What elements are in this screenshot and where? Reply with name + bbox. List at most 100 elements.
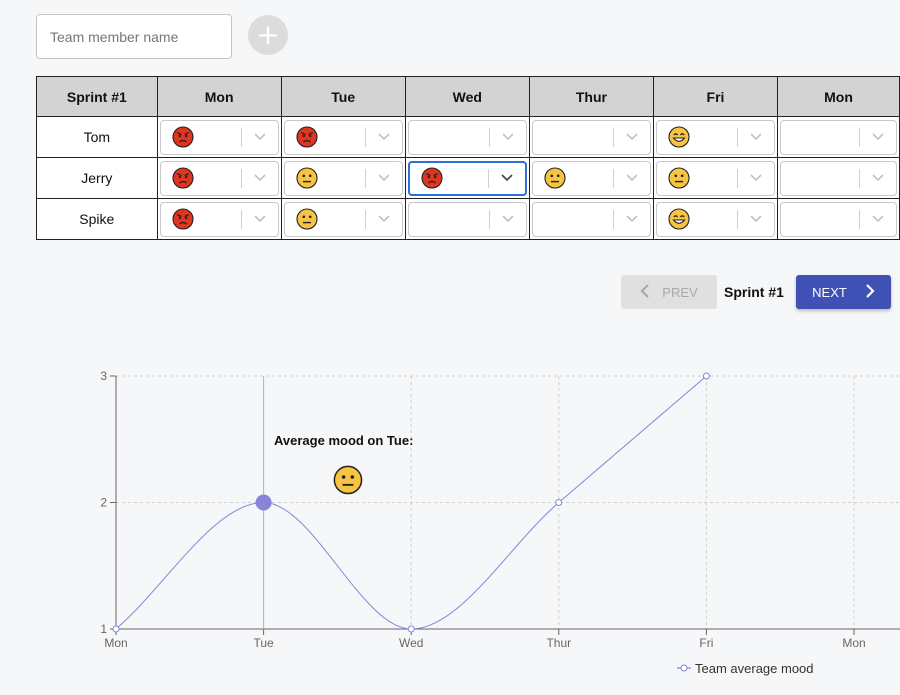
mood-select[interactable] bbox=[655, 119, 775, 155]
mood-select-value bbox=[409, 203, 489, 236]
chevron-down-icon[interactable] bbox=[490, 203, 526, 236]
mood-select[interactable] bbox=[531, 201, 651, 237]
mood-cell bbox=[156, 198, 282, 240]
x-tick-label: Wed bbox=[399, 636, 423, 650]
mood-select-value bbox=[657, 162, 737, 195]
legend-label: Team average mood bbox=[695, 661, 814, 676]
mood-cell bbox=[652, 116, 778, 158]
sprint-label: Sprint #1 bbox=[724, 284, 784, 300]
day-header: Fri bbox=[652, 76, 778, 117]
mood-select-value bbox=[657, 203, 737, 236]
data-point bbox=[555, 499, 563, 506]
active-point bbox=[255, 494, 272, 511]
chevron-down-icon[interactable] bbox=[366, 203, 402, 236]
day-header: Wed bbox=[404, 76, 530, 117]
chevron-down-icon[interactable] bbox=[738, 203, 774, 236]
mood-select-value bbox=[781, 203, 859, 236]
chevron-down-icon[interactable] bbox=[614, 203, 650, 236]
y-tick-label: 1 bbox=[100, 622, 107, 636]
mood-cell bbox=[528, 198, 654, 240]
table-row: Tom bbox=[36, 116, 900, 158]
table-row: Jerry bbox=[36, 157, 900, 199]
mood-select[interactable] bbox=[159, 160, 279, 196]
chevron-down-icon[interactable] bbox=[366, 162, 402, 195]
mood-select-value bbox=[161, 121, 241, 154]
mood-select[interactable] bbox=[159, 119, 279, 155]
add-member-button[interactable]: + bbox=[248, 15, 288, 55]
angry-face-icon bbox=[421, 167, 443, 189]
y-tick-label: 3 bbox=[100, 369, 107, 383]
mood-select-value bbox=[409, 121, 489, 154]
mood-cell bbox=[404, 157, 530, 199]
mood-cell bbox=[156, 157, 282, 199]
mood-cell bbox=[652, 198, 778, 240]
mood-select-value bbox=[161, 203, 241, 236]
data-point bbox=[112, 625, 120, 633]
member-name: Tom bbox=[36, 116, 158, 158]
neutral-face-icon bbox=[296, 167, 318, 189]
chevron-down-icon[interactable] bbox=[738, 121, 774, 154]
chevron-down-icon[interactable] bbox=[614, 162, 650, 195]
mood-select[interactable] bbox=[779, 119, 897, 155]
chevron-down-icon[interactable] bbox=[614, 121, 650, 154]
mood-line-chart: 1 2 3 Mon Tue Wed Thur Fri Mon Average mood on Tu… bbox=[100, 369, 900, 676]
mood-select[interactable] bbox=[531, 160, 651, 196]
mood-select[interactable] bbox=[283, 201, 403, 237]
member-name: Jerry bbox=[36, 157, 158, 199]
mood-cell bbox=[156, 116, 282, 158]
mood-cell bbox=[404, 116, 530, 158]
mood-select[interactable] bbox=[779, 160, 897, 196]
neutral-face-icon bbox=[333, 465, 363, 495]
chevron-left-icon bbox=[640, 283, 650, 301]
mood-select-value bbox=[533, 121, 613, 154]
next-button[interactable]: NEXT bbox=[796, 275, 891, 309]
mood-select[interactable] bbox=[283, 119, 403, 155]
data-point bbox=[407, 625, 415, 633]
chevron-right-icon bbox=[865, 283, 875, 301]
day-header: Mon bbox=[776, 76, 900, 117]
chevron-down-icon[interactable] bbox=[242, 162, 278, 195]
x-tick-label: Thur bbox=[546, 636, 571, 650]
mood-select[interactable] bbox=[407, 201, 527, 237]
happy-face-icon bbox=[668, 208, 690, 230]
mood-select[interactable] bbox=[655, 160, 775, 196]
chevron-down-icon[interactable] bbox=[489, 163, 525, 194]
angry-face-icon bbox=[296, 126, 318, 148]
data-point bbox=[702, 372, 710, 380]
table-row: Spike bbox=[36, 198, 900, 240]
mood-cell bbox=[280, 116, 406, 158]
chevron-down-icon[interactable] bbox=[860, 203, 896, 236]
mood-cell bbox=[280, 198, 406, 240]
table-header-row: Sprint #1 Mon Tue Wed Thur Fri Mon bbox=[36, 76, 900, 117]
mood-cell bbox=[776, 116, 900, 158]
mood-select[interactable] bbox=[407, 119, 527, 155]
angry-face-icon bbox=[172, 167, 194, 189]
mood-select[interactable] bbox=[779, 201, 897, 237]
chevron-down-icon[interactable] bbox=[242, 203, 278, 236]
chevron-down-icon[interactable] bbox=[860, 162, 896, 195]
mood-select-value bbox=[533, 203, 613, 236]
mood-table: Sprint #1 Mon Tue Wed Thur Fri Mon Tom Je… bbox=[36, 76, 900, 240]
prev-button[interactable]: PREV bbox=[621, 275, 717, 309]
mood-cell bbox=[528, 157, 654, 199]
mood-select[interactable] bbox=[655, 201, 775, 237]
chevron-down-icon[interactable] bbox=[490, 121, 526, 154]
mood-select-value bbox=[285, 162, 365, 195]
x-tick-label: Mon bbox=[842, 636, 865, 650]
team-member-name-input[interactable] bbox=[36, 14, 232, 59]
mood-select-value bbox=[285, 203, 365, 236]
mood-cell bbox=[528, 116, 654, 158]
mood-select[interactable] bbox=[283, 160, 403, 196]
mood-select[interactable] bbox=[407, 160, 527, 196]
chevron-down-icon[interactable] bbox=[860, 121, 896, 154]
chevron-down-icon[interactable] bbox=[366, 121, 402, 154]
member-name: Spike bbox=[36, 198, 158, 240]
mood-cell bbox=[776, 157, 900, 199]
mood-cell bbox=[280, 157, 406, 199]
mood-select-value bbox=[285, 121, 365, 154]
chevron-down-icon[interactable] bbox=[738, 162, 774, 195]
mood-cell bbox=[404, 198, 530, 240]
mood-select[interactable] bbox=[531, 119, 651, 155]
chevron-down-icon[interactable] bbox=[242, 121, 278, 154]
mood-select[interactable] bbox=[159, 201, 279, 237]
